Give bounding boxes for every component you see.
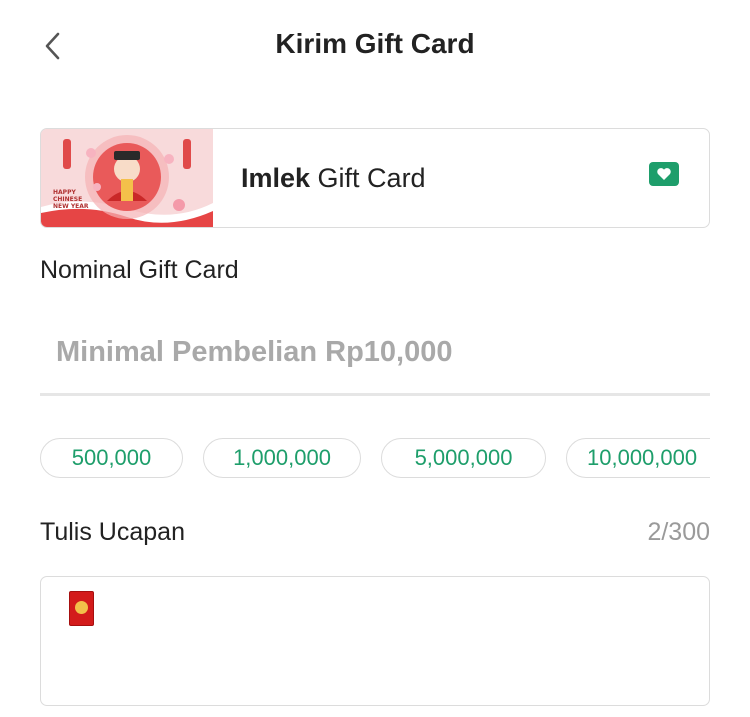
thumb-caption-line-2: CHINESE (53, 196, 83, 203)
gift-card-name: Imlek Gift Card (241, 163, 709, 194)
heart-icon (657, 168, 671, 180)
heart-badge (649, 162, 679, 186)
message-label: Tulis Ucapan (40, 518, 185, 546)
character-counter: 2/300 (647, 518, 710, 546)
gift-card-name-bold: Imlek (241, 162, 311, 193)
red-envelope-icon (69, 591, 94, 626)
amount-chips: 500,000 1,000,000 5,000,000 10,000,000 (40, 438, 710, 480)
gift-card-selector[interactable]: HAPPY CHINESE NEW YEAR Imlek Gift Card (40, 128, 710, 228)
amount-chip-1000000[interactable]: 1,000,000 (203, 438, 361, 478)
amount-chip-10000000[interactable]: 10,000,000 (566, 438, 710, 478)
thumb-caption-line-1: HAPPY (53, 189, 76, 196)
thumb-caption-line-3: NEW YEAR (53, 203, 89, 210)
thumb-caption: HAPPY CHINESE NEW YEAR (53, 189, 89, 210)
message-textarea[interactable] (40, 576, 710, 706)
nominal-input[interactable] (40, 312, 710, 396)
gift-card-name-rest: Gift Card (310, 162, 426, 193)
page-title: Kirim Gift Card (275, 28, 475, 59)
amount-chip-500000[interactable]: 500,000 (40, 438, 183, 478)
chinese-new-year-illustration (41, 129, 213, 227)
nominal-label: Nominal Gift Card (40, 256, 239, 284)
amount-chip-5000000[interactable]: 5,000,000 (381, 438, 546, 478)
header: Kirim Gift Card (0, 0, 750, 92)
gift-card-thumbnail: HAPPY CHINESE NEW YEAR (41, 129, 213, 227)
